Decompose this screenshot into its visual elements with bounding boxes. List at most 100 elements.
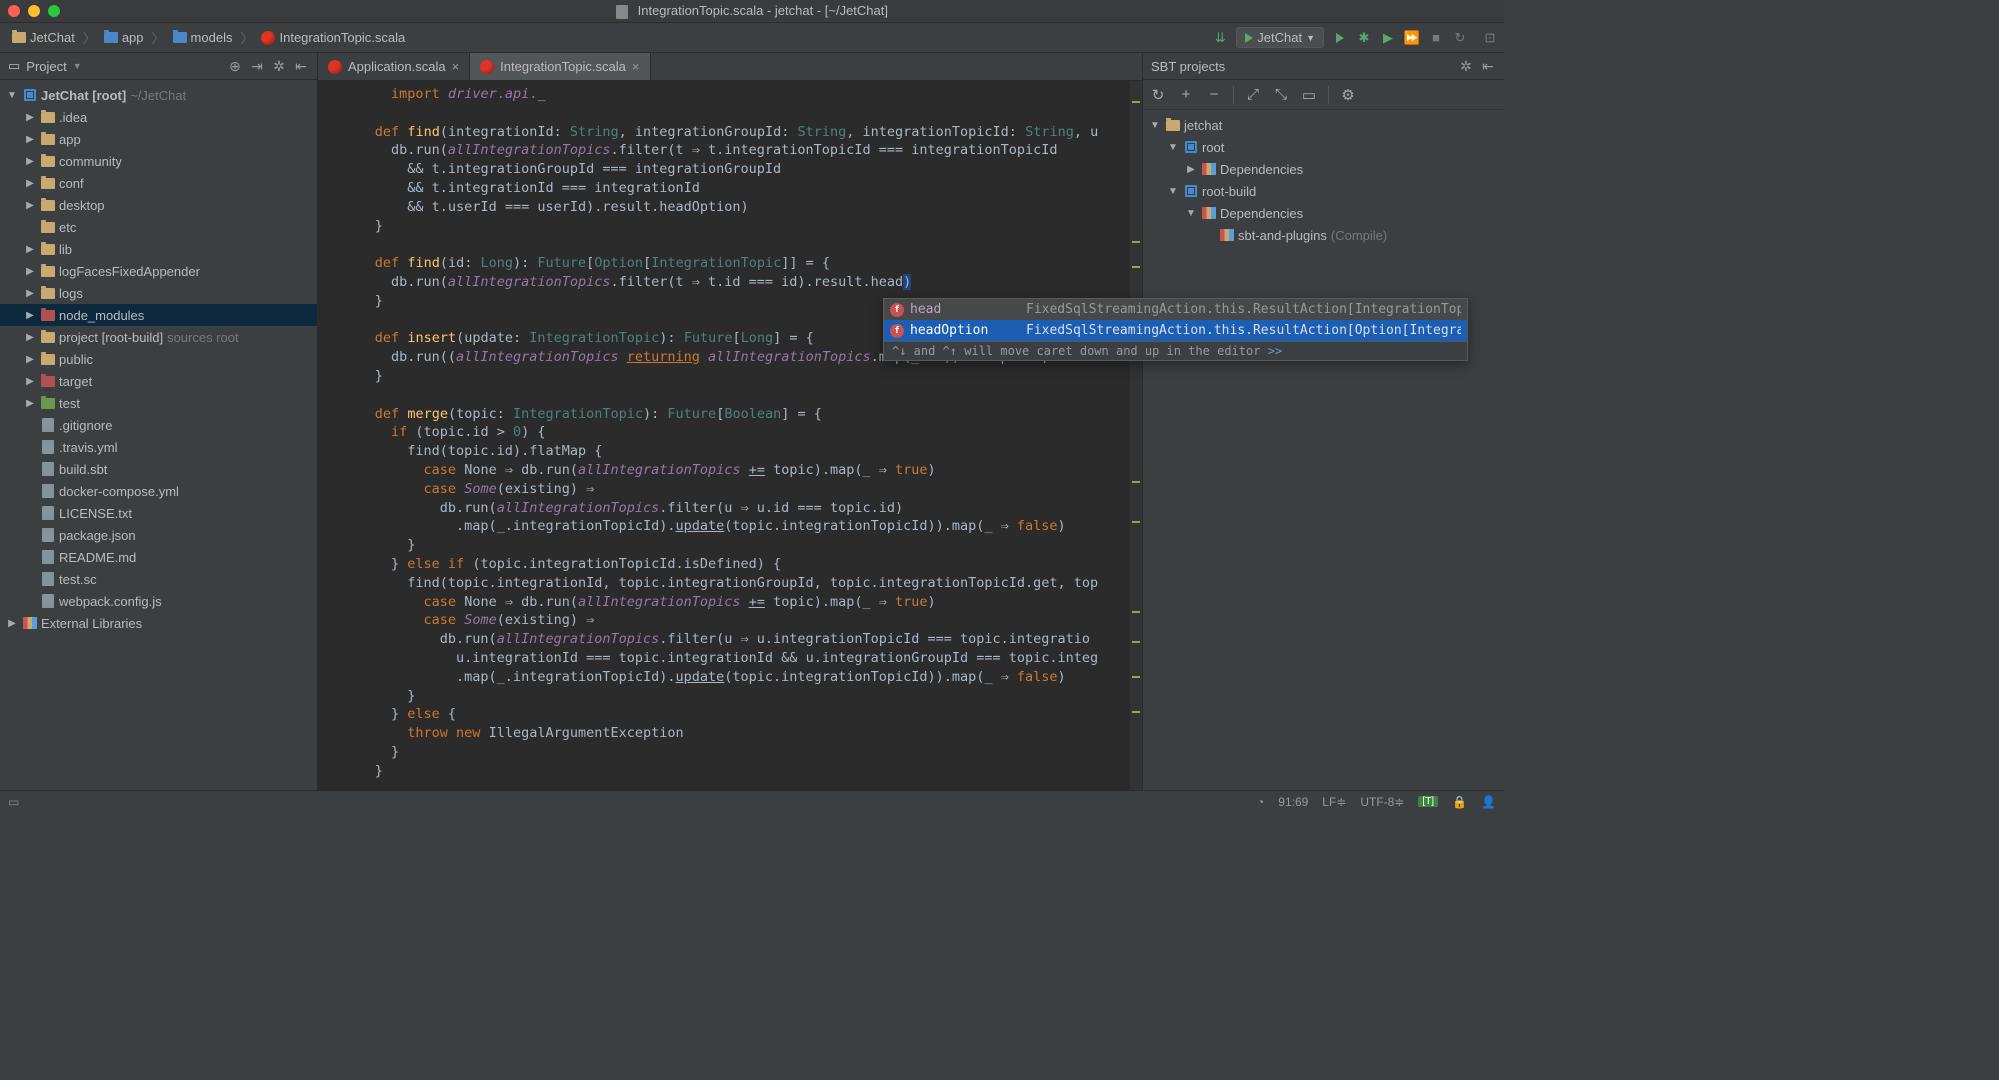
file-encoding[interactable]: UTF-8≑ <box>1360 795 1404 809</box>
typescript-badge[interactable]: [T] <box>1418 796 1438 807</box>
tree-row[interactable]: ▶test <box>0 392 317 414</box>
completion-popup[interactable]: fheadFixedSqlStreamingAction.this.Result… <box>883 298 1468 361</box>
minimize-window-button[interactable] <box>28 5 40 17</box>
expand-icon[interactable]: ⤢ <box>1244 86 1262 104</box>
tree-row[interactable]: ▶logFacesFixedAppender <box>0 260 317 282</box>
tree-row[interactable]: docker-compose.yml <box>0 480 317 502</box>
close-tab-icon[interactable]: × <box>632 59 640 74</box>
tree-row[interactable]: ▶project [root-build] sources root <box>0 326 317 348</box>
tree-arrow-icon[interactable]: ▶ <box>1185 164 1197 175</box>
event-log-icon[interactable]: ▭ <box>8 795 19 809</box>
breadcrumb-item[interactable]: models <box>167 28 239 47</box>
completion-item[interactable]: fheadFixedSqlStreamingAction.this.Result… <box>884 299 1467 320</box>
tree-row[interactable]: ▶External Libraries <box>0 612 317 634</box>
tree-arrow-icon[interactable]: ▶ <box>24 200 36 211</box>
tree-row[interactable]: ▼jetchat <box>1143 114 1504 136</box>
hide-icon[interactable]: ⇤ <box>293 58 309 74</box>
tree-arrow-icon[interactable]: ▶ <box>24 310 36 321</box>
tree-arrow-icon[interactable]: ▶ <box>24 112 36 123</box>
debug-button[interactable]: ✱ <box>1356 30 1372 46</box>
tree-arrow-icon[interactable]: ▼ <box>1167 186 1179 197</box>
memory-indicator[interactable]: ◔ <box>1257 795 1264 809</box>
tree-row[interactable]: ▼JetChat [root] ~/JetChat <box>0 84 317 106</box>
stop-button[interactable]: ■ <box>1428 30 1444 46</box>
error-stripe[interactable] <box>1130 81 1142 790</box>
tree-row[interactable]: ▶node_modules <box>0 304 317 326</box>
readonly-lock-icon[interactable]: 🔒 <box>1452 795 1467 809</box>
tree-row[interactable]: ▼Dependencies <box>1143 202 1504 224</box>
tree-arrow-icon[interactable]: ▶ <box>24 332 36 343</box>
coverage-button[interactable]: ▶ <box>1380 30 1396 46</box>
gear-icon[interactable]: ✲ <box>271 58 287 74</box>
breadcrumb-item[interactable]: app <box>98 28 150 47</box>
tree-row[interactable]: webpack.config.js <box>0 590 317 612</box>
project-panel-title[interactable]: ▭ Project ▼ <box>8 58 82 74</box>
tree-row[interactable]: etc <box>0 216 317 238</box>
tree-row[interactable]: ▶conf <box>0 172 317 194</box>
remove-icon[interactable]: − <box>1205 86 1223 104</box>
breadcrumb-item[interactable]: IntegrationTopic.scala <box>255 28 411 47</box>
tree-row[interactable]: ▶community <box>0 150 317 172</box>
tree-row[interactable]: package.json <box>0 524 317 546</box>
tree-row[interactable]: LICENSE.txt <box>0 502 317 524</box>
collapse-icon[interactable]: ⤡ <box>1272 86 1290 104</box>
zoom-window-button[interactable] <box>48 5 60 17</box>
scroll-to-source-icon[interactable]: ⊕ <box>227 58 243 74</box>
project-tree[interactable]: ▼JetChat [root] ~/JetChat▶.idea▶app▶comm… <box>0 80 317 638</box>
sync-button[interactable]: ↻ <box>1452 30 1468 46</box>
tree-arrow-icon[interactable]: ▼ <box>6 90 18 101</box>
tree-arrow-icon[interactable]: ▶ <box>24 288 36 299</box>
tree-row[interactable]: README.md <box>0 546 317 568</box>
tree-arrow-icon[interactable]: ▶ <box>24 354 36 365</box>
close-window-button[interactable] <box>8 5 20 17</box>
tree-arrow-icon[interactable]: ▶ <box>24 376 36 387</box>
tree-row[interactable]: ▼root <box>1143 136 1504 158</box>
completion-hint-link[interactable]: >> <box>1268 344 1282 358</box>
sbt-tree[interactable]: ▼jetchat▼root▶Dependencies▼root-build▼De… <box>1143 110 1504 250</box>
tree-row[interactable]: .travis.yml <box>0 436 317 458</box>
tree-arrow-icon[interactable]: ▼ <box>1167 142 1179 153</box>
tree-row[interactable]: ▶desktop <box>0 194 317 216</box>
tree-row[interactable]: ▶logs <box>0 282 317 304</box>
code-editor[interactable]: import driver.api._ def find(integration… <box>318 81 1142 790</box>
tree-row[interactable]: sbt-and-plugins (Compile) <box>1143 224 1504 246</box>
line-ending[interactable]: LF≑ <box>1322 795 1346 809</box>
add-icon[interactable]: + <box>1177 86 1195 104</box>
tree-row[interactable]: ▶.idea <box>0 106 317 128</box>
tree-arrow-icon[interactable]: ▶ <box>6 618 18 629</box>
gear-icon[interactable]: ✲ <box>1458 58 1474 74</box>
completion-item[interactable]: fheadOptionFixedSqlStreamingAction.this.… <box>884 320 1467 341</box>
tree-arrow-icon[interactable]: ▼ <box>1149 120 1161 131</box>
tree-row[interactable]: test.sc <box>0 568 317 590</box>
tree-row[interactable]: .gitignore <box>0 414 317 436</box>
tree-row[interactable]: ▶Dependencies <box>1143 158 1504 180</box>
settings-icon[interactable]: ⚙ <box>1339 86 1357 104</box>
profile-button[interactable]: ⏩ <box>1404 30 1420 46</box>
compile-icon[interactable]: ⇊ <box>1212 30 1228 46</box>
tree-arrow-icon[interactable]: ▶ <box>24 134 36 145</box>
tree-row[interactable]: ▶lib <box>0 238 317 260</box>
tree-arrow-icon[interactable]: ▶ <box>24 244 36 255</box>
tree-row[interactable]: ▶public <box>0 348 317 370</box>
tree-row[interactable]: ▶app <box>0 128 317 150</box>
refresh-icon[interactable]: ↻ <box>1149 86 1167 104</box>
breadcrumb-item[interactable]: JetChat <box>6 28 81 47</box>
editor-tab[interactable]: Application.scala × <box>318 53 470 80</box>
tree-arrow-icon[interactable]: ▶ <box>24 156 36 167</box>
hide-icon[interactable]: ⇤ <box>1480 58 1496 74</box>
tree-row[interactable]: ▼root-build <box>1143 180 1504 202</box>
search-icon[interactable]: ⊡ <box>1482 30 1498 46</box>
tree-arrow-icon[interactable]: ▼ <box>1185 208 1197 219</box>
tree-arrow-icon[interactable]: ▶ <box>24 266 36 277</box>
collapse-all-icon[interactable]: ⇥ <box>249 58 265 74</box>
run-config-selector[interactable]: JetChat ▼ <box>1236 27 1324 48</box>
inspections-icon[interactable]: 👤 <box>1481 795 1496 809</box>
editor-tab[interactable]: IntegrationTopic.scala × <box>470 53 650 80</box>
run-button[interactable] <box>1332 30 1348 46</box>
tree-arrow-icon[interactable]: ▶ <box>24 398 36 409</box>
tree-row[interactable]: build.sbt <box>0 458 317 480</box>
close-tab-icon[interactable]: × <box>452 59 460 74</box>
tree-arrow-icon[interactable]: ▶ <box>24 178 36 189</box>
tree-row[interactable]: ▶target <box>0 370 317 392</box>
group-icon[interactable]: ▭ <box>1300 86 1318 104</box>
